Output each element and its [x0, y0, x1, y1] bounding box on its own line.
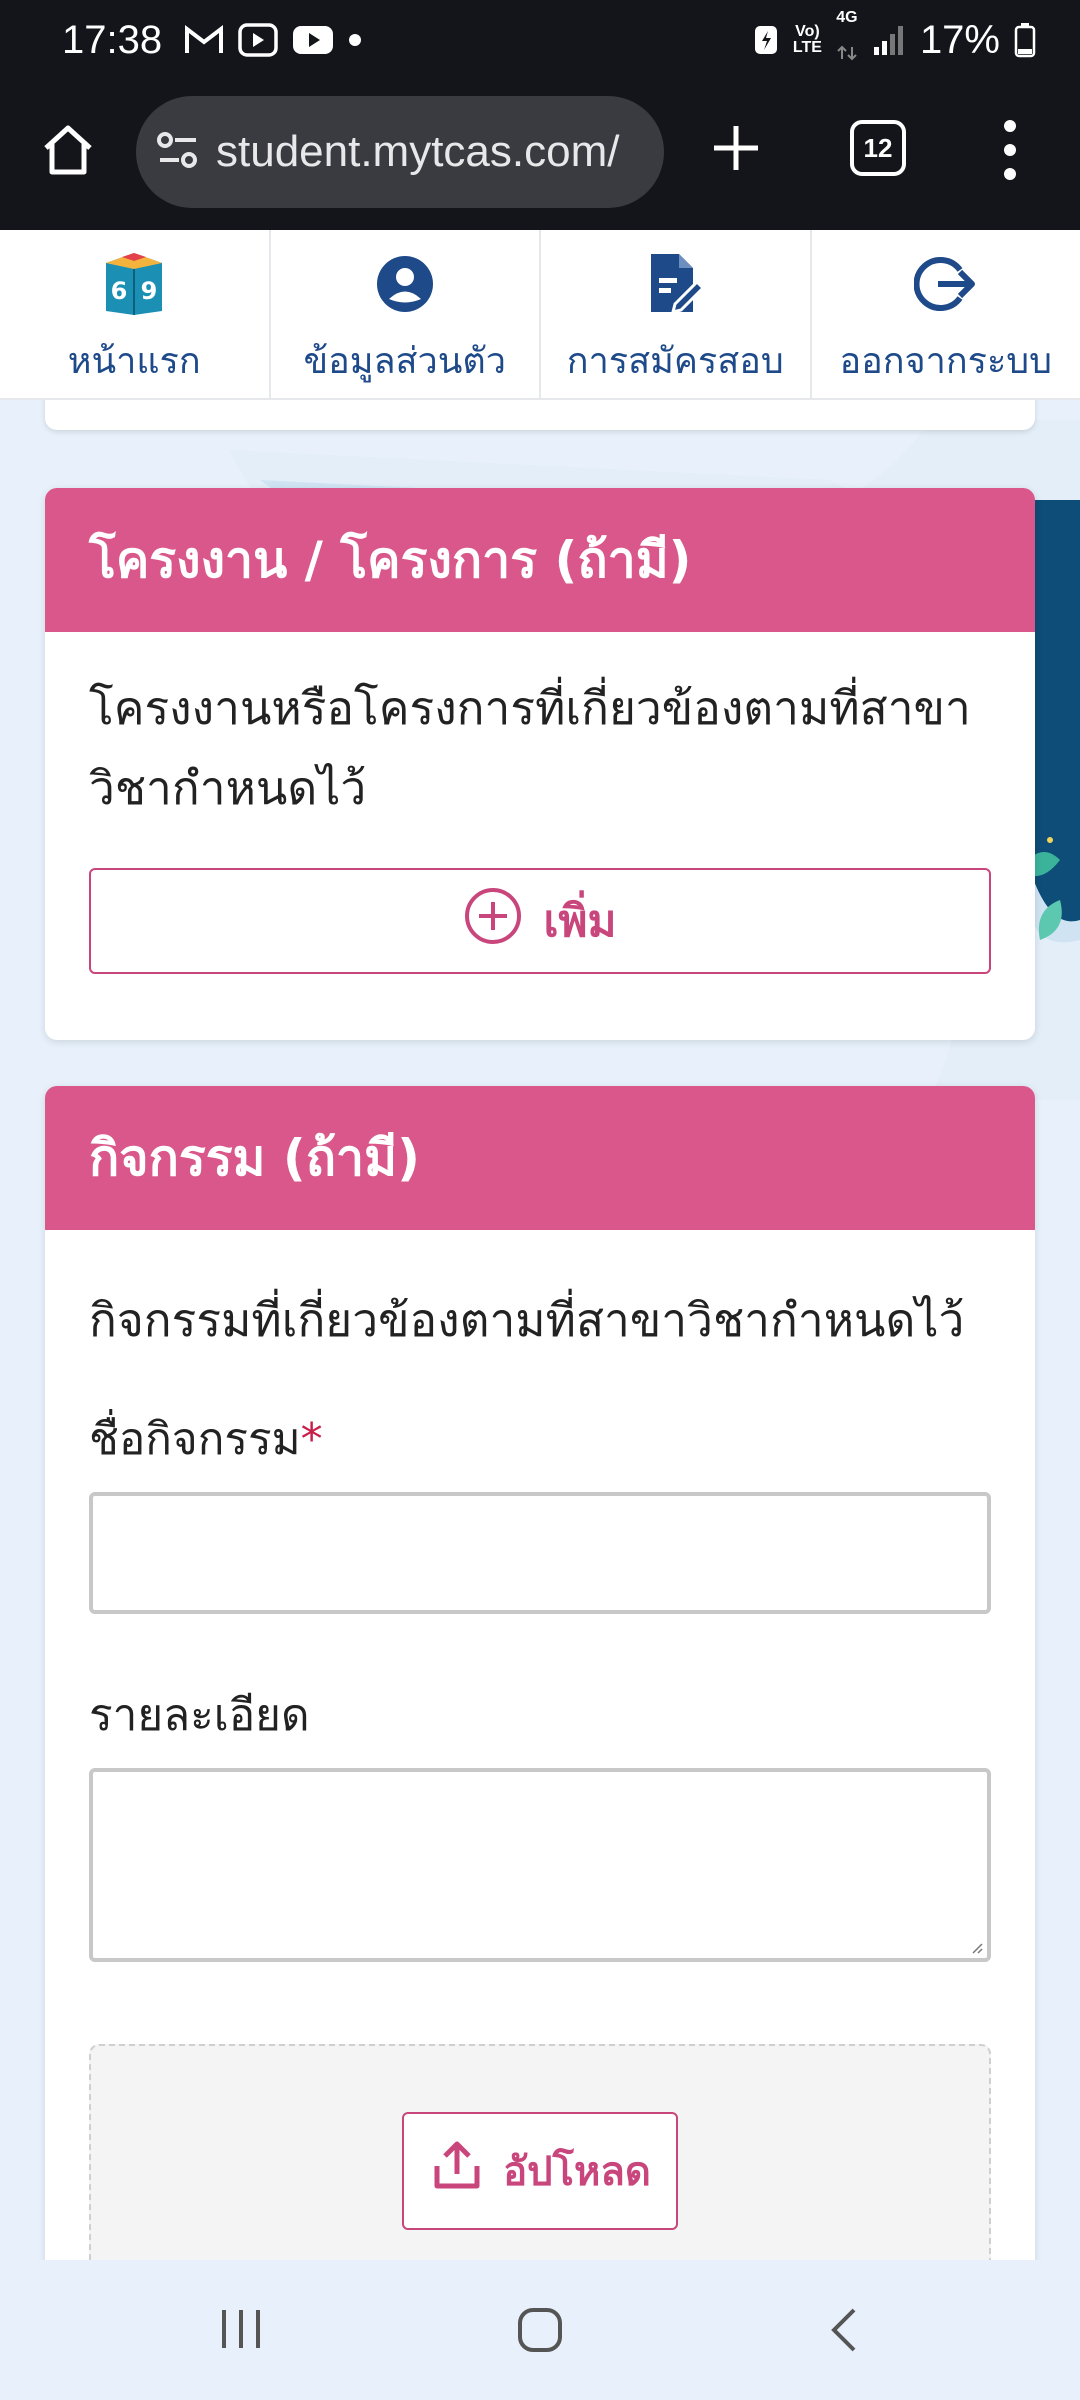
top-navigation: 6 9 หน้าแรก ข้อมูลส่วนตัว การสมัครสอบ ออ…	[0, 230, 1080, 400]
recent-apps-icon[interactable]	[218, 2306, 264, 2356]
activities-card-title: กิจกรรม (ถ้ามี)	[45, 1086, 1035, 1230]
nav-logout-label: ออกจากระบบ	[839, 341, 1053, 382]
tab-switcher-button[interactable]: 12	[850, 120, 906, 176]
activities-card: กิจกรรม (ถ้ามี) กิจกรรมที่เกี่ยวข้องตามท…	[45, 1086, 1035, 2260]
activity-detail-textarea[interactable]	[89, 1768, 991, 1962]
address-bar[interactable]: student.mytcas.com/	[136, 96, 664, 208]
book-69-icon: 6 9	[102, 252, 166, 316]
plus-circle-icon	[463, 886, 523, 957]
battery-icon	[1014, 22, 1036, 58]
new-tab-icon[interactable]	[708, 120, 764, 176]
volte-indicator: Vo) LTE	[792, 23, 822, 56]
projects-card: โครงงาน / โครงการ (ถ้ามี) โครงงานหรือโคร…	[45, 488, 1035, 1040]
nav-home[interactable]: 6 9 หน้าแรก	[0, 230, 271, 398]
status-time: 17:38	[62, 17, 163, 62]
home-icon[interactable]	[38, 120, 98, 180]
book-digit-right: 9	[141, 277, 158, 305]
projects-card-title: โครงงาน / โครงการ (ถ้ามี)	[45, 488, 1035, 632]
activity-name-label: ชื่อกิจกรรม*	[89, 1414, 323, 1465]
activity-detail-label: รายละเอียด	[89, 1690, 310, 1741]
video-app-icon	[238, 22, 278, 58]
nav-logout[interactable]: ออกจากระบบ	[812, 230, 1080, 398]
signal-icon	[872, 23, 906, 57]
nav-home-label: หน้าแรก	[67, 341, 201, 382]
upload-label: อัปโหลด	[503, 2149, 651, 2195]
nav-applications-label: การสมัครสอบ	[566, 341, 784, 382]
browser-toolbar: student.mytcas.com/ 12	[0, 80, 1080, 230]
system-navigation-bar	[0, 2262, 1080, 2400]
page-content: 6 9 หน้าแรก ข้อมูลส่วนตัว การสมัครสอบ ออ…	[0, 230, 1080, 2260]
more-menu-icon[interactable]	[996, 120, 1024, 180]
logout-icon	[913, 252, 978, 316]
nav-applications[interactable]: การสมัครสอบ	[541, 230, 812, 398]
upload-dropzone[interactable]: อัปโหลด	[89, 2044, 991, 2260]
user-circle-icon	[373, 252, 437, 316]
projects-card-description: โครงงานหรือโครงการที่เกี่ยวข้องตามที่สาข…	[89, 681, 971, 815]
required-marker: *	[300, 1414, 323, 1465]
upload-icon	[429, 2138, 485, 2204]
data-arrows-icon	[836, 26, 858, 71]
add-project-label: เพิ่ม	[543, 896, 617, 947]
gmail-icon	[184, 24, 224, 56]
youtube-icon	[292, 24, 334, 56]
battery-percent: 17%	[919, 17, 1000, 62]
nav-profile[interactable]: ข้อมูลส่วนตัว	[271, 230, 541, 398]
activity-name-input[interactable]	[89, 1492, 991, 1614]
site-settings-icon[interactable]	[156, 130, 200, 174]
notification-dot-icon	[348, 33, 362, 47]
network-type: 4G	[836, 9, 858, 71]
activities-card-description: กิจกรรมที่เกี่ยวข้องตามที่สาขาวิชากำหนดไ…	[89, 1293, 965, 1347]
add-project-button[interactable]: เพิ่ม	[89, 868, 991, 974]
battery-saver-icon	[753, 23, 779, 57]
nav-profile-label: ข้อมูลส่วนตัว	[303, 341, 506, 382]
upload-button[interactable]: อัปโหลด	[402, 2112, 678, 2230]
status-bar: 17:38 Vo) LTE 4G 17%	[0, 0, 1080, 80]
home-nav-icon[interactable]	[516, 2306, 564, 2358]
url-text: student.mytcas.com/	[216, 127, 620, 176]
back-icon[interactable]	[826, 2306, 862, 2358]
book-digit-left: 6	[111, 277, 128, 305]
document-edit-icon	[643, 252, 707, 316]
resize-handle-icon[interactable]	[971, 1942, 983, 1954]
